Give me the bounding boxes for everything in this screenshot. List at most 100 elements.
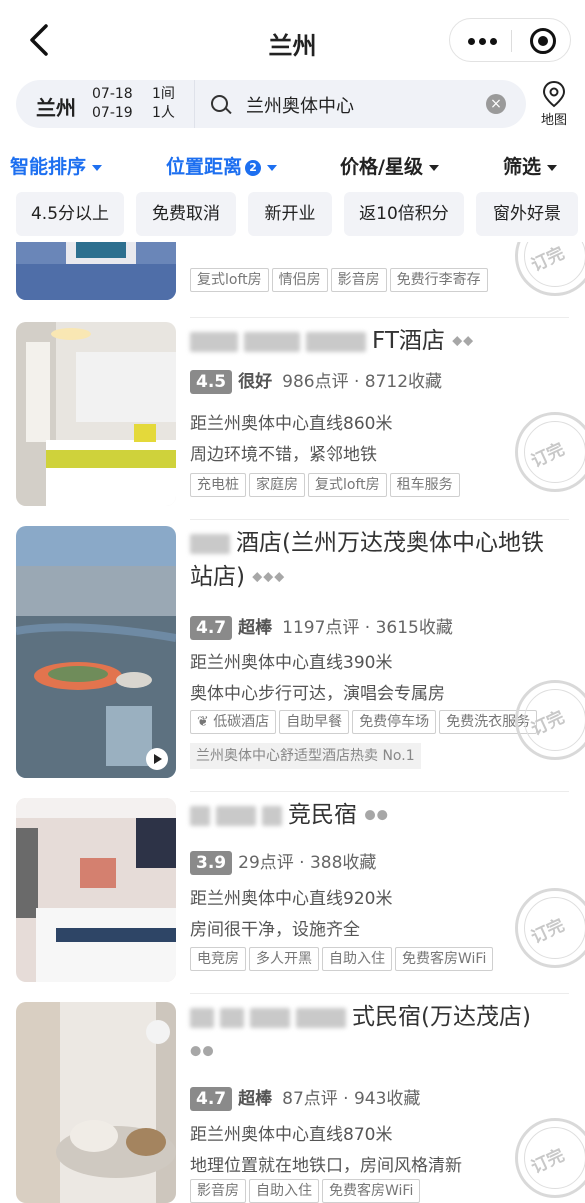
hotel-photo (16, 242, 176, 300)
ranking-badge[interactable]: 兰州奥体中心舒适型酒店热卖 No.1 (190, 743, 421, 769)
hotel-card[interactable]: 复式loft房 情侣房 影音房 免费行李寄存 订完 (0, 242, 585, 318)
chevron-down-icon (547, 164, 558, 171)
hotel-name: 酒店(兰州万达茂奥体中心地铁站店) ◆◆◆ (190, 526, 560, 595)
search-box[interactable]: 兰州 07-18 07-19 1间 1人 兰州奥体中心 × (16, 80, 526, 128)
hotel-tag: 自助入住 (322, 947, 392, 971)
rating-grade: 超棒 (238, 1089, 273, 1109)
chevron-down-icon (92, 164, 103, 171)
hotel-tag: 免费客房WiFi (322, 1179, 421, 1203)
redacted-text (250, 1007, 290, 1028)
rating-line: 4.7 超棒 1197点评 · 3615收藏 (190, 613, 453, 640)
rating-grade: 很好 (238, 372, 273, 392)
hotel-card[interactable]: 酒店(兰州万达茂奥体中心地铁站店) ◆◆◆ 4.7 超棒 1197点评 · 3615… (0, 520, 585, 792)
redacted-text (190, 1007, 214, 1028)
chip-new-open[interactable]: 新开业 (248, 192, 332, 236)
diamond-rating-icon: ◆◆ (452, 333, 475, 349)
sort-distance-label: 位置距离 (166, 156, 243, 178)
more-dots-icon[interactable] (468, 38, 501, 45)
search-icon (211, 95, 228, 112)
hotel-tag: 自助入住 (249, 1179, 319, 1203)
hotel-photo (16, 322, 176, 506)
hotel-card[interactable]: 式民宿(万达茂店) ●● 4.7 超棒 87点评 · 943收藏 距兰州奥体中心直线8… (0, 994, 585, 1203)
sort-filter[interactable]: 筛选 (503, 152, 558, 179)
sort-distance[interactable]: 位置距离 2 (166, 152, 278, 179)
redacted-text (306, 331, 366, 352)
hotel-card[interactable]: FT酒店 ◆◆ 4.5 很好 986点评 · 8712收藏 距兰州奥体中心直线860… (0, 318, 585, 520)
chevron-down-icon (267, 164, 278, 171)
clear-search-icon[interactable]: × (486, 94, 506, 114)
diamond-rating-icon: ◆◆◆ (252, 569, 286, 585)
hotel-tag: 自助早餐 (279, 710, 350, 734)
sold-out-stamp: 订完 (515, 680, 585, 760)
reviews-favorites: 986点评 · 8712收藏 (282, 372, 443, 392)
hotel-tags: ❦ 低碳酒店 自助早餐 免费停车场 免费洗衣服务 (190, 710, 540, 734)
checkout-date: 07-19 (92, 105, 133, 121)
hotel-name-text: 式民宿(万达茂店) (352, 1004, 531, 1030)
hotel-tags: 充电桩 家庭房 复式loft房 租车服务 (190, 473, 463, 497)
chip-10x-points[interactable]: 返10倍积分 (344, 192, 464, 236)
distance-text: 距兰州奥体中心直线390米 (190, 653, 393, 673)
rating-line: 3.9 29点评 · 388收藏 (190, 848, 376, 875)
reviews-favorites: 29点评 · 388收藏 (238, 853, 377, 873)
sold-out-stamp: 订完 (515, 1118, 585, 1198)
hotel-tag: 充电桩 (190, 473, 246, 497)
city-selector[interactable]: 兰州 (36, 92, 76, 121)
rooms-count: 1间 (152, 86, 175, 102)
reviews-favorites: 87点评 · 943收藏 (282, 1089, 421, 1109)
hotel-photo-container[interactable] (16, 526, 176, 778)
hotel-name: FT酒店 ◆◆ (190, 324, 560, 359)
hotel-name: 式民宿(万达茂店) ●● (190, 1000, 560, 1069)
video-play-icon[interactable] (146, 748, 168, 770)
redacted-text (216, 805, 256, 826)
redacted-text (244, 331, 300, 352)
hotel-tag: 家庭房 (249, 473, 305, 497)
hotel-tag: 影音房 (330, 268, 387, 292)
hotel-card[interactable]: 竞民宿 ●● 3.9 29点评 · 388收藏 距兰州奥体中心直线920米 房间很… (0, 792, 585, 994)
sold-out-stamp-text: 订完 (528, 1145, 568, 1179)
sold-out-stamp: 订完 (515, 412, 585, 492)
search-input[interactable]: 兰州奥体中心 (246, 92, 354, 118)
distance-text: 距兰州奥体中心直线860米 (190, 414, 393, 434)
hotel-tags: 复式loft房 情侣房 影音房 免费行李寄存 (190, 268, 491, 292)
room-guest-selector[interactable]: 1间 1人 (152, 85, 175, 123)
rating-score: 4.7 (190, 1087, 233, 1111)
redacted-text (220, 1007, 244, 1028)
redacted-text (190, 533, 230, 554)
highlight-text: 地理位置就在地铁口，房间风格清新 (190, 1156, 462, 1176)
hotel-name-text: FT酒店 (372, 328, 445, 354)
rating-line: 4.5 很好 986点评 · 8712收藏 (190, 367, 442, 394)
sold-out-stamp: 订完 (515, 242, 585, 296)
hotel-tag: 复式loft房 (308, 473, 387, 497)
rating-line: 4.7 超棒 87点评 · 943收藏 (190, 1084, 420, 1111)
hotel-tag: 影音房 (190, 1179, 246, 1203)
chip-4-5-plus[interactable]: 4.5分以上 (16, 192, 124, 236)
hotel-name-text: 竞民宿 (288, 802, 357, 828)
sort-price-star[interactable]: 价格/星级 (340, 152, 439, 179)
hotel-name: 竞民宿 ●● (190, 798, 560, 833)
sold-out-stamp-text: 订完 (528, 707, 568, 741)
close-target-icon[interactable] (530, 28, 556, 54)
sold-out-stamp-text: 订完 (528, 915, 568, 949)
guests-count: 1人 (152, 105, 175, 121)
redacted-text (190, 805, 210, 826)
sold-out-stamp-text: 订完 (528, 439, 568, 473)
rating-score: 4.7 (190, 616, 233, 640)
hotel-tag: 免费行李寄存 (389, 268, 488, 292)
sort-bar: 智能排序 位置距离 2 价格/星级 筛选 (0, 136, 585, 188)
date-selector[interactable]: 07-18 07-19 (92, 85, 133, 123)
redacted-text (296, 1007, 346, 1028)
sort-smart[interactable]: 智能排序 (10, 152, 103, 179)
map-button[interactable]: 地图 (533, 80, 575, 128)
chip-good-view[interactable]: 窗外好景 (476, 192, 578, 236)
mini-program-capsule (449, 18, 571, 62)
sort-filter-label: 筛选 (503, 156, 542, 178)
search-row: 兰州 07-18 07-19 1间 1人 兰州奥体中心 × 地图 (0, 80, 585, 136)
hotel-tag: 免费停车场 (352, 710, 437, 734)
dot-rating-icon: ●● (364, 807, 389, 823)
hotel-tags: 电竞房 多人开黑 自助入住 免费客房WiFi (190, 947, 496, 971)
leaf-icon: ❦ (197, 714, 209, 730)
sold-out-stamp: 订完 (515, 888, 585, 968)
rating-score: 4.5 (190, 370, 233, 394)
chip-free-cancel[interactable]: 免费取消 (136, 192, 236, 236)
rating-grade: 超棒 (238, 618, 273, 638)
